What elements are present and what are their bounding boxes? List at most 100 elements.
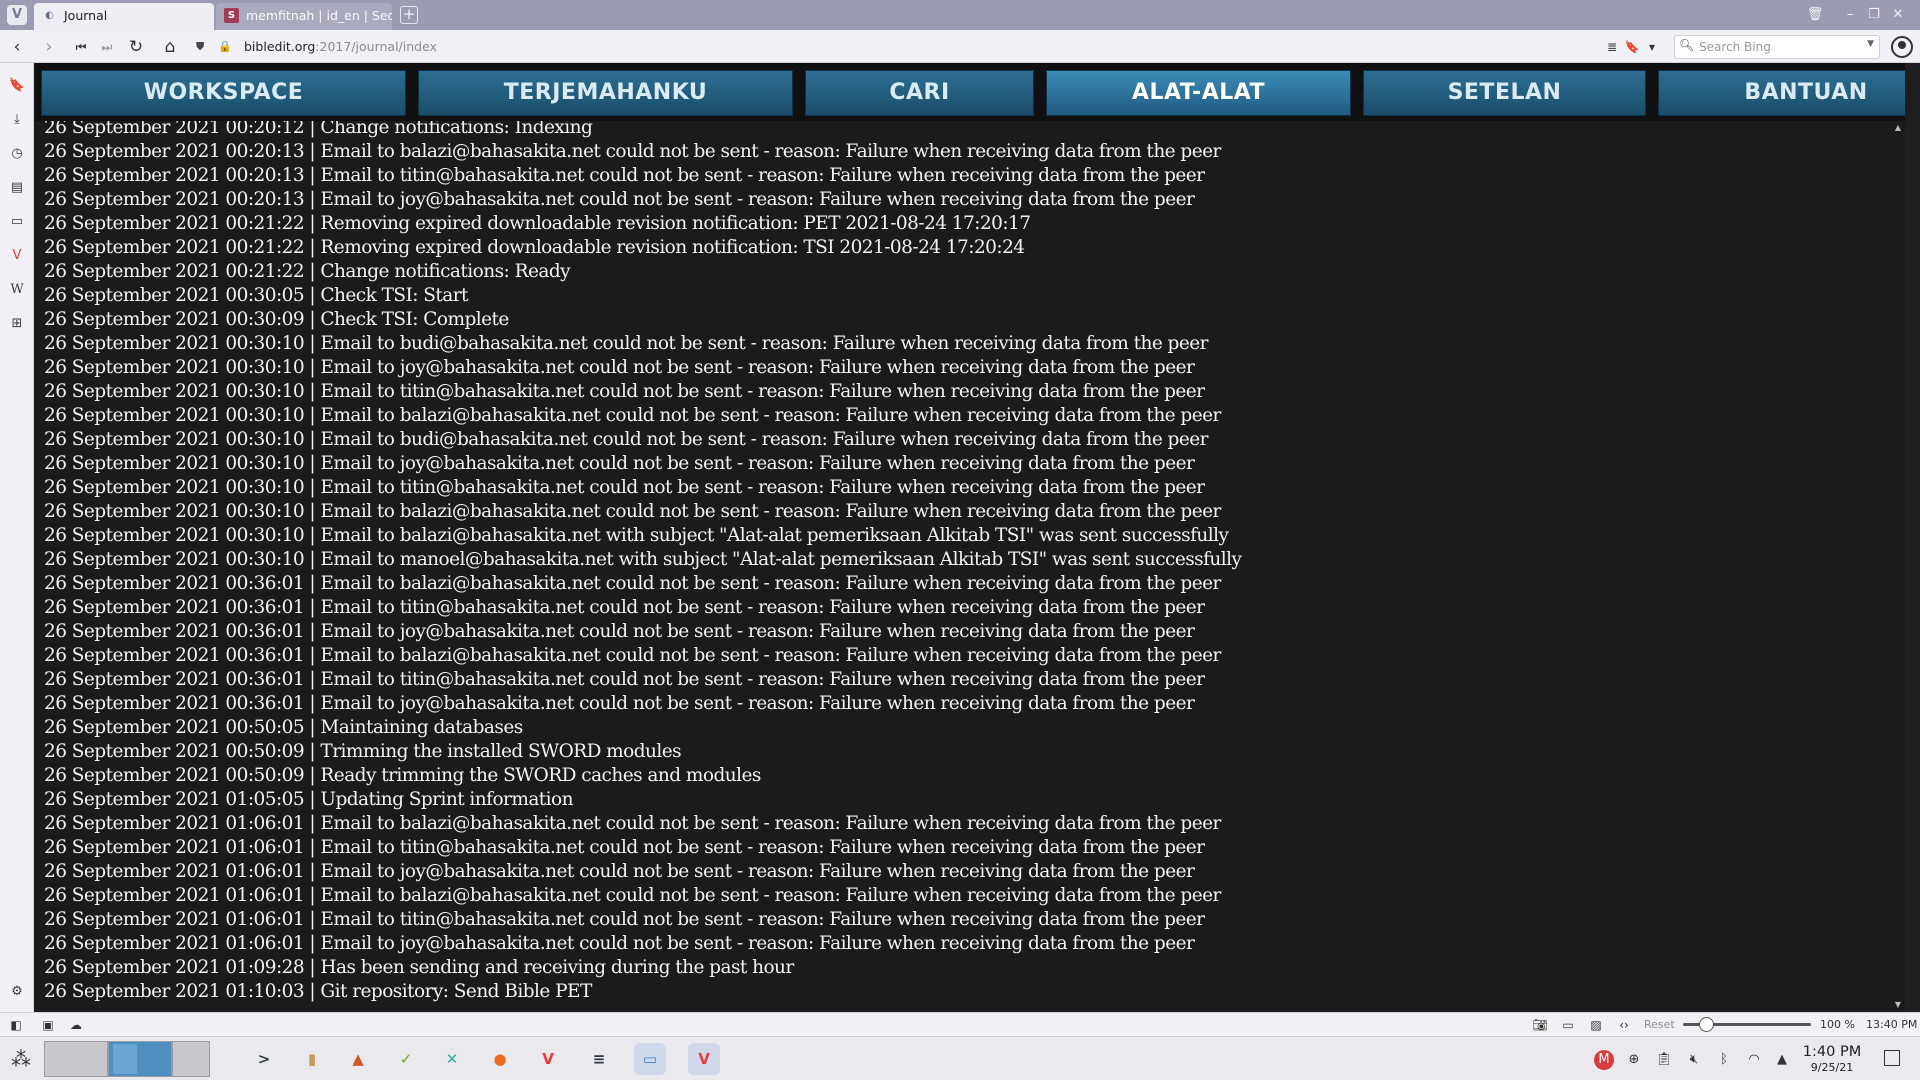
page-actions-icon[interactable]: ‹› [1616,1017,1632,1033]
menu-terjemahanku[interactable]: TERJEMAHANKU [418,70,793,116]
status-bar: ◧ ▣ ☁ 📷︎ ▭ ▨ ‹› Reset 100 % 13:40 PM [0,1012,1920,1036]
wikipedia-panel-icon[interactable]: W [6,279,28,301]
virtual-desktop-3[interactable] [172,1041,210,1077]
reload-icon[interactable]: ↻ [125,36,147,58]
journal-entry: 26 September 2021 00:21:22 | Removing ex… [44,237,1025,258]
tab-memfitnah[interactable]: S memfitnah | id_en | Sederh [216,3,392,30]
chevron-down-icon[interactable]: ▾ [1644,36,1660,58]
side-panel: 🔖 ⤓ ◷ ▤ ▭ V W ⊞ ⚙ [0,63,34,1012]
tab-journal[interactable]: ◐ Journal [34,3,214,30]
url-field[interactable]: ⛊ 🔒 bibledit.org:2017/journal/index ≣ 🔖 … [196,36,1662,58]
journal-entry: 26 September 2021 00:30:10 | Email to ba… [44,405,1221,426]
scroll-up-icon[interactable]: ▲ [1893,123,1903,133]
bookmarks-panel-icon[interactable]: 🔖 [6,75,28,97]
search-field[interactable]: 🔍︎ ▼ [1674,35,1880,59]
panel-toggle-icon[interactable]: ◧ [8,1017,24,1033]
volume-muted-icon[interactable]: 🔇︎ [1684,1050,1704,1070]
status-clock: 13:40 PM [1866,1018,1918,1031]
cross-app-icon[interactable]: ✕ [436,1043,468,1075]
leaf-app-icon[interactable]: ✓ [390,1043,422,1075]
wifi-icon[interactable]: ◠ [1744,1050,1764,1070]
tab-strip: V ◐ Journal S memfitnah | id_en | Sederh… [0,0,1920,30]
mosaic-app-icon[interactable]: ▲ [342,1043,374,1075]
journal-entry: 26 September 2021 01:06:01 | Email to ba… [44,885,1221,906]
images-icon[interactable]: ▨ [1588,1017,1604,1033]
restore-icon[interactable]: ❐ [1864,5,1884,25]
taskbar: ⁂ > ▮ ▲ ✓ ✕ ● V ≡ ▭ V M ⊕ 📋︎ 🔇︎ ᛒ ◠ ▲ 1:40 PM 9/2… [0,1036,1920,1080]
downloads-panel-icon[interactable]: ⤓ [6,109,28,131]
menu-workspace[interactable]: WORKSPACE [41,70,406,116]
virtual-desktop-1[interactable] [44,1041,108,1077]
clock-time: 1:40 PM [1802,1044,1862,1060]
vivaldi-app-icon[interactable]: V [532,1043,564,1075]
new-tab-button[interactable]: + [400,6,418,24]
chevron-down-icon[interactable]: ▼ [1867,39,1874,49]
bookmark-icon[interactable]: 🔖 [1624,36,1640,58]
console-app-icon[interactable]: ≡ [583,1043,615,1075]
journal-entry: 26 September 2021 00:30:10 | Email to bu… [44,333,1208,354]
mail-tray-icon[interactable]: M [1594,1050,1614,1070]
window-panel-icon[interactable]: ▭ [6,211,28,233]
show-desktop-icon[interactable] [1884,1050,1900,1066]
tile-window-icon[interactable]: ▭ [1560,1017,1576,1033]
vivaldi-panel-icon[interactable]: V [6,245,28,267]
journal-entry: 26 September 2021 01:06:01 | Email to jo… [44,933,1195,954]
terminal-app-icon[interactable]: > [248,1043,280,1075]
trash-icon[interactable]: 🗑 [1805,5,1825,25]
vivaldi-active-app-icon[interactable]: V [688,1043,720,1075]
home-icon[interactable]: ⌂ [159,36,181,58]
journal-entry: 26 September 2021 01:10:03 | Git reposit… [44,981,592,1002]
scroll-down-icon[interactable]: ▼ [1893,1000,1903,1010]
zoom-slider[interactable] [1683,1017,1811,1032]
system-clock[interactable]: 1:40 PM 9/25/21 [1800,1043,1864,1075]
history-panel-icon[interactable]: ◷ [6,143,28,165]
back-icon[interactable]: ‹ [6,36,28,58]
zoom-slider-knob[interactable] [1698,1017,1714,1032]
files-app-icon[interactable]: ▭ [634,1043,666,1075]
profile-avatar[interactable] [1891,36,1913,58]
journal-entry: 26 September 2021 00:36:01 | Email to ba… [44,573,1221,594]
search-icon: 🔍︎ [1679,38,1695,52]
url-text: bibledit.org:2017/journal/index [244,39,437,54]
cloud-sync-icon[interactable]: ☁ [68,1017,84,1033]
journal-log: 26 September 2021 00:20:12 | Change noti… [44,117,1874,1005]
notes-panel-icon[interactable]: ▤ [6,177,28,199]
journal-entry: 26 September 2021 01:05:05 | Updating Sp… [44,789,574,810]
virtual-desktop-2[interactable] [108,1041,172,1077]
fast-forward-icon[interactable]: ⏭ [96,36,118,58]
clipboard-tray-icon[interactable]: 📋︎ [1654,1050,1674,1070]
journal-entry: 26 September 2021 00:30:10 | Email to ma… [44,549,1242,570]
journal-entry: 26 September 2021 00:30:09 | Check TSI: … [44,309,509,330]
scrollbar[interactable]: ▲ ▼ [1891,121,1905,1012]
rewind-icon[interactable]: ⏮ [70,36,92,58]
menu-cari[interactable]: CARI [805,70,1034,116]
tab-title: Journal [64,8,108,23]
forward-icon[interactable]: › [38,36,60,58]
journal-entry: 26 September 2021 00:30:10 | Email to jo… [44,357,1195,378]
menu-alat-alat[interactable]: ALAT-ALAT [1046,70,1351,116]
journal-entry: 26 September 2021 00:20:13 | Email to ti… [44,165,1205,186]
vivaldi-menu-button[interactable]: V [7,5,27,25]
journal-entry: 26 September 2021 00:50:05 | Maintaining… [44,717,523,738]
book-app-icon[interactable]: ▮ [296,1043,328,1075]
tile-icon[interactable]: ▣ [40,1017,56,1033]
add-panel-icon[interactable]: ⊞ [6,313,28,335]
minimize-icon[interactable]: – [1840,5,1860,25]
zoom-reset-button[interactable]: Reset [1644,1018,1675,1031]
menu-bantuan[interactable]: BANTUAN [1658,70,1905,116]
update-tray-icon[interactable]: ⊕ [1624,1050,1644,1070]
capture-icon[interactable]: 📷︎ [1532,1017,1548,1033]
journal-entry: 26 September 2021 00:30:10 | Email to bu… [44,429,1208,450]
firefox-app-icon[interactable]: ● [484,1043,516,1075]
search-input[interactable] [1699,38,1859,56]
chevron-up-icon[interactable]: ▲ [1772,1050,1792,1070]
application-launcher-icon[interactable]: ⁂ [8,1046,34,1072]
menu-setelan[interactable]: SETELAN [1363,70,1646,116]
settings-gear-icon[interactable]: ⚙ [6,981,28,1003]
journal-entry: 26 September 2021 00:20:13 | Email to jo… [44,189,1195,210]
globe-icon: ◐ [45,10,54,21]
bluetooth-icon[interactable]: ᛒ [1714,1050,1734,1070]
close-icon[interactable]: ✕ [1888,5,1908,25]
zoom-level: 100 % [1820,1018,1855,1031]
reader-view-icon[interactable]: ≣ [1604,36,1620,58]
